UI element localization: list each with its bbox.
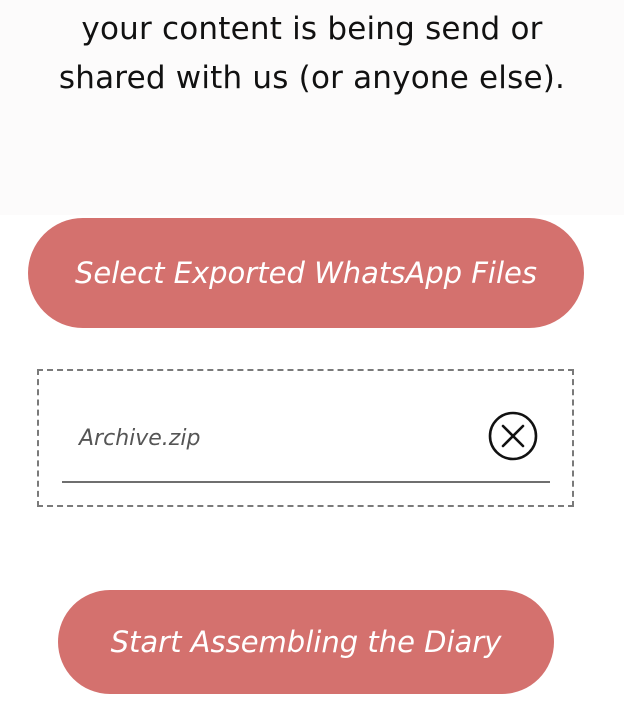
remove-file-button[interactable] [488, 411, 538, 461]
intro-line-1: your content is being send or [81, 11, 543, 47]
intro-line-2: shared with us (or anyone else). [58, 60, 566, 96]
intro-text: your content is being send or shared wit… [0, 5, 624, 103]
select-files-button[interactable]: Select Exported WhatsApp Files [28, 218, 584, 328]
close-circle-icon [488, 411, 538, 461]
selected-file-name: Archive.zip [79, 426, 201, 451]
file-underline [62, 481, 550, 483]
start-assembling-button[interactable]: Start Assembling the Diary [58, 590, 554, 694]
